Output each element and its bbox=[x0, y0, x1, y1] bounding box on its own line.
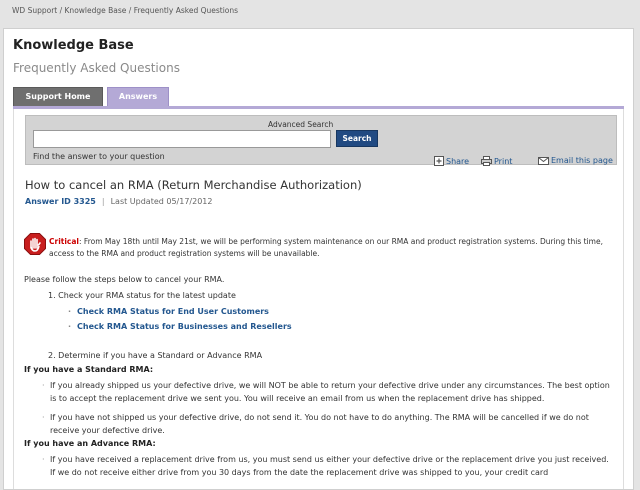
email-label: Email this page bbox=[551, 156, 613, 165]
standard-item-2-text: If you have not shipped us your defectiv… bbox=[50, 413, 589, 435]
email-link[interactable]: Email this page bbox=[538, 156, 613, 165]
page-title: Knowledge Base bbox=[13, 38, 134, 53]
article-meta: Answer ID 3325 | Last Updated 05/17/2012 bbox=[25, 197, 213, 206]
breadcrumb: WD Support / Knowledge Base / Frequently… bbox=[12, 6, 239, 15]
tab-support-home[interactable]: Support Home bbox=[13, 87, 103, 107]
share-link[interactable]: Share bbox=[434, 156, 469, 166]
standard-rma-heading-text: If you have a Standard RMA bbox=[24, 365, 150, 374]
alert-message: : From May 18th until May 21st, we will … bbox=[49, 237, 603, 258]
print-icon bbox=[481, 156, 492, 166]
search-input[interactable] bbox=[33, 130, 331, 148]
standard-item-1-text: If you already shipped us your defective… bbox=[50, 381, 610, 403]
advance-item-1-text: If you have received a replacement drive… bbox=[50, 455, 609, 477]
critical-label: Critical bbox=[49, 237, 80, 246]
article-title: How to cancel an RMA (Return Merchandise… bbox=[25, 178, 362, 192]
link-end-user-rma[interactable]: · Check RMA Status for End User Customers bbox=[68, 307, 269, 316]
print-label: Print bbox=[494, 157, 513, 166]
stop-hand-icon bbox=[24, 233, 46, 255]
advance-rma-heading-text: If you have an Advance RMA bbox=[24, 439, 153, 448]
search-button[interactable]: Search bbox=[336, 130, 378, 147]
alert-text: Critical: From May 18th until May 21st, … bbox=[49, 236, 614, 260]
standard-rma-heading: If you have a Standard RMA: bbox=[24, 365, 153, 374]
intro-text: Please follow the steps below to cancel … bbox=[24, 275, 225, 284]
bullet-icon: · bbox=[42, 455, 45, 464]
last-updated: Last Updated 05/17/2012 bbox=[110, 197, 213, 206]
advanced-search-label: Advanced Search bbox=[268, 120, 334, 129]
link-business-rma[interactable]: · Check RMA Status for Businesses and Res… bbox=[68, 322, 292, 331]
step-2: 2. Determine if you have a Standard or A… bbox=[48, 351, 263, 360]
bullet-icon: · bbox=[68, 322, 72, 331]
advance-rma-heading: If you have an Advance RMA: bbox=[24, 439, 156, 448]
link-business-label: Check RMA Status for Businesses and Rese… bbox=[77, 322, 292, 331]
meta-separator: | bbox=[101, 197, 105, 206]
email-icon bbox=[538, 157, 549, 165]
standard-item-1: · If you already shipped us your defectiv… bbox=[42, 379, 610, 405]
share-icon bbox=[434, 156, 444, 166]
tab-answers[interactable]: Answers bbox=[107, 87, 169, 107]
advance-item-1: · If you have received a replacement driv… bbox=[42, 453, 610, 479]
advanced-search-box: Advanced Search Search Find the answer t… bbox=[25, 115, 617, 165]
print-link[interactable]: Print bbox=[481, 156, 512, 166]
standard-item-2: · If you have not shipped us your defecti… bbox=[42, 411, 610, 437]
bullet-icon: · bbox=[68, 307, 72, 316]
link-end-user-label: Check RMA Status for End User Customers bbox=[77, 307, 269, 316]
page-subtitle: Frequently Asked Questions bbox=[13, 61, 180, 75]
answer-id: Answer ID 3325 bbox=[25, 197, 96, 206]
share-label: Share bbox=[446, 157, 470, 166]
bullet-icon: · bbox=[42, 413, 45, 422]
bullet-icon: · bbox=[42, 381, 45, 390]
search-helper-text: Find the answer to your question bbox=[33, 152, 165, 161]
heading-colon: : bbox=[149, 365, 154, 374]
main-panel: Knowledge Base Frequently Asked Question… bbox=[3, 28, 634, 490]
heading-colon: : bbox=[152, 439, 156, 448]
step-1: 1. Check your RMA status for the latest … bbox=[48, 291, 236, 300]
